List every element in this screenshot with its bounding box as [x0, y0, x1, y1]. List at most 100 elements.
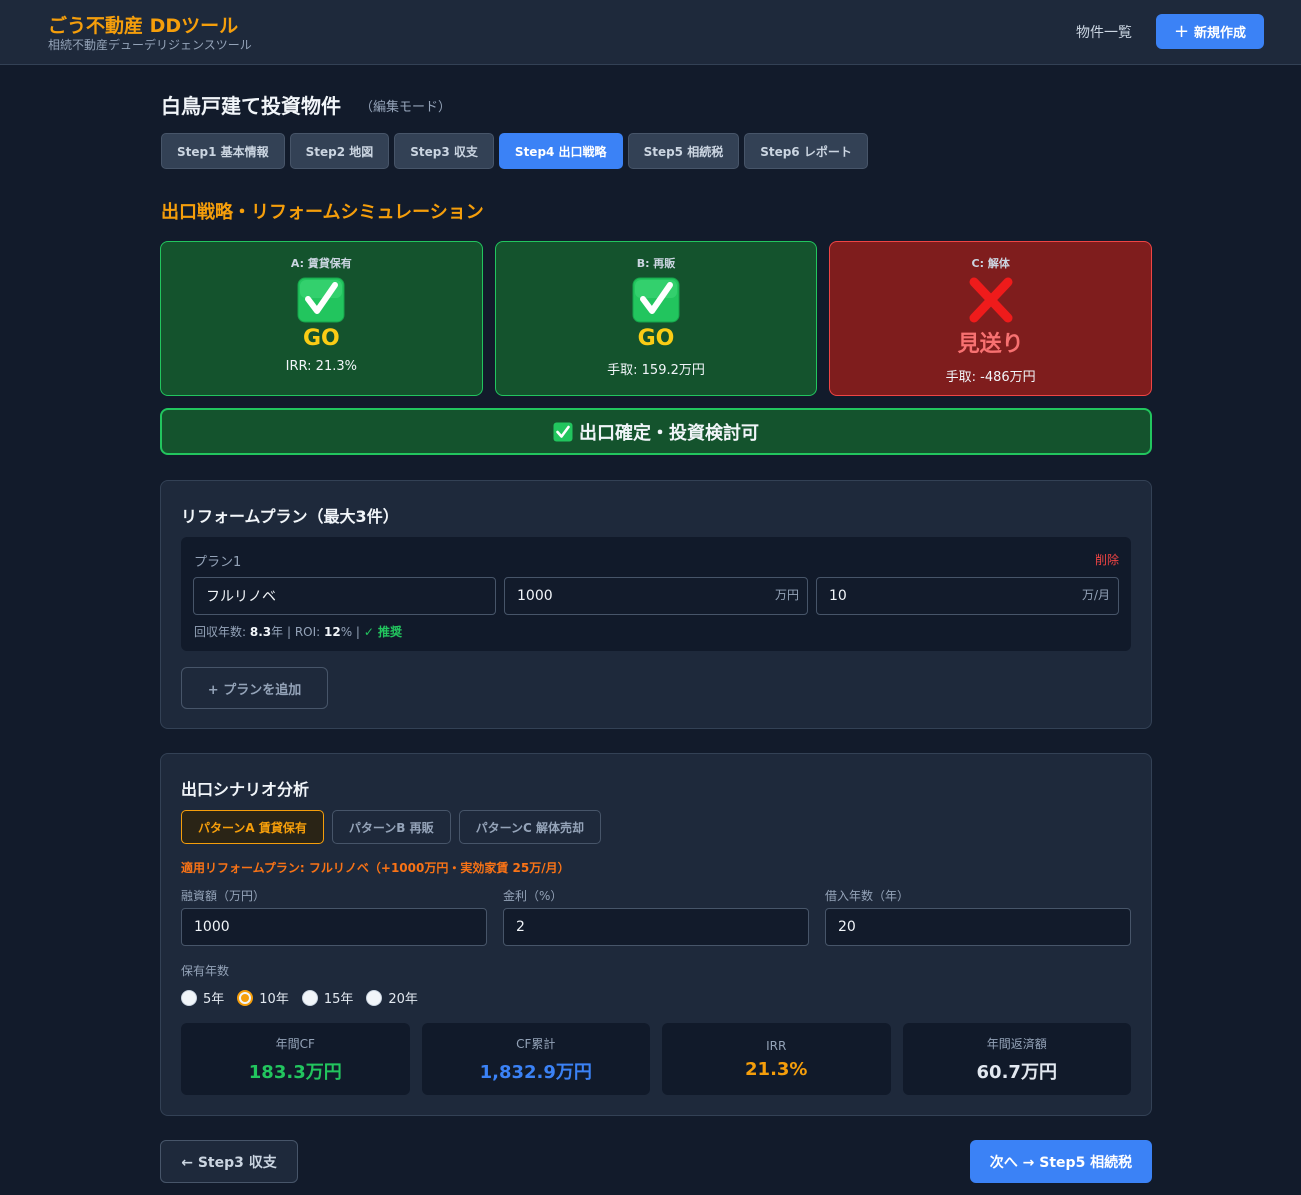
roi-unit: % | — [340, 625, 360, 639]
plus-icon: + — [1173, 20, 1190, 42]
check-mark-icon — [632, 277, 680, 323]
strategy-detail: 手取: 159.2万円 — [607, 363, 705, 378]
strategy-label: B: 再販 — [636, 257, 676, 270]
radio-label: 5年 — [203, 992, 225, 1007]
strategy-card-c: C: 解体 見送り 手取: -486万円 — [829, 241, 1153, 396]
metric-value: 1,832.9万円 — [479, 1061, 592, 1083]
radio-button[interactable] — [366, 989, 383, 1006]
nav-property-list[interactable]: 物件一覧 — [1076, 22, 1132, 42]
metric-value: 21.3% — [745, 1058, 808, 1080]
applied-reform-plan: 適用リフォームプラン: フルリノベ（+1000万円・実効家賃 25万/月） — [181, 861, 570, 875]
radio-hold-20[interactable]: 20年 — [366, 988, 418, 1007]
strategy-detail: 手取: -486万円 — [945, 370, 1036, 385]
radio-hold-10[interactable]: 10年 — [237, 988, 289, 1007]
step-tabs: Step1 基本情報 Step2 地図 Step3 収支 Step4 出口戦略 … — [161, 133, 868, 169]
delete-plan-button[interactable]: 削除 — [1095, 551, 1119, 568]
radio-button[interactable] — [237, 989, 254, 1006]
plan-name-label: プラン1 — [194, 555, 242, 570]
holding-years-radio-group: 5年 10年 15年 20年 — [181, 988, 418, 1007]
app-subtitle: 相続不動産デューデリジェンスツール — [48, 38, 252, 52]
metrics-row: 年間CF 183.3万円 CF累計 1,832.9万円 IRR 21.3% 年間… — [181, 1023, 1131, 1095]
recommend-badge: ✓ 推奨 — [363, 625, 403, 639]
decision-banner-text: 出口確定・投資検討可 — [579, 422, 759, 444]
metric-annual-repayment: 年間返済額 60.7万円 — [902, 1023, 1131, 1095]
reform-plan-panel: リフォームプラン（最大3件） プラン1 削除 フルリノベ 1000 万円 10 … — [160, 480, 1152, 729]
metric-value: 183.3万円 — [248, 1061, 342, 1083]
tab-step3[interactable]: Step3 収支 — [394, 133, 494, 169]
interest-rate-input[interactable]: 2 — [503, 908, 809, 946]
tab-step5[interactable]: Step5 相続税 — [627, 133, 740, 169]
exit-scenario-panel: 出口シナリオ分析 パターンA 賃貸保有 パターンB 再販 パターンC 解体売却 … — [160, 753, 1152, 1116]
tab-pattern-c[interactable]: パターンC 解体売却 — [458, 810, 601, 844]
strategy-detail: IRR: 21.3% — [285, 359, 357, 374]
section-title: 出口戦略・リフォームシミュレーション — [161, 202, 484, 223]
back-step3-button[interactable]: ← Step3 収支 — [160, 1140, 298, 1183]
tab-pattern-b[interactable]: パターンB 再販 — [331, 810, 451, 844]
next-step5-button[interactable]: 次へ → Step5 相続税 — [970, 1140, 1152, 1183]
strategy-cards: A: 賃貸保有 GO IRR: 21.3% B: 再販 GO 手取: 159.2… — [160, 241, 1153, 396]
tab-step1[interactable]: Step1 基本情報 — [161, 133, 285, 169]
tab-step2[interactable]: Step2 地図 — [289, 133, 390, 169]
metric-annual-cf: 年間CF 183.3万円 — [181, 1023, 410, 1095]
add-plan-button[interactable]: + プランを追加 — [181, 667, 328, 709]
plan-name-input[interactable]: フルリノベ — [193, 577, 496, 615]
loan-amount-label: 融資額（万円） — [181, 889, 266, 903]
pattern-tabs: パターンA 賃貸保有 パターンB 再販 パターンC 解体売却 — [181, 810, 601, 844]
radio-hold-5[interactable]: 5年 — [181, 988, 224, 1007]
metric-label: IRR — [766, 1038, 787, 1053]
strategy-card-a: A: 賃貸保有 GO IRR: 21.3% — [160, 241, 483, 396]
app-header: ごう不動産 DDツール 相続不動産デューデリジェンスツール 物件一覧 + 新規作… — [0, 0, 1301, 65]
new-create-label: 新規作成 — [1194, 26, 1247, 41]
loan-years-value: 20 — [838, 919, 856, 935]
app-title[interactable]: ごう不動産 DDツール — [48, 11, 238, 38]
radio-button[interactable] — [181, 989, 197, 1006]
strategy-label: A: 賃貸保有 — [290, 257, 352, 270]
check-mark-icon — [553, 422, 573, 441]
tab-step6[interactable]: Step6 レポート — [744, 133, 868, 169]
metric-label: 年間返済額 — [986, 1036, 1047, 1051]
tab-pattern-a[interactable]: パターンA 賃貸保有 — [181, 810, 324, 844]
plan-cost-unit: 万円 — [774, 588, 799, 602]
payback-label: 回収年数: — [194, 625, 247, 639]
strategy-card-b: B: 再販 GO 手取: 159.2万円 — [494, 241, 818, 396]
radio-hold-15[interactable]: 15年 — [301, 988, 354, 1007]
new-create-button[interactable]: + 新規作成 — [1156, 14, 1264, 49]
strategy-label: C: 解体 — [971, 257, 1010, 270]
interest-rate-label: 金利（%） — [503, 889, 563, 903]
plan-name-value: フルリノベ — [206, 589, 276, 605]
radio-button[interactable] — [301, 989, 318, 1006]
plan-rent-value: 10 — [829, 588, 847, 604]
loan-years-label: 借入年数（年） — [825, 889, 910, 903]
exit-scenario-title: 出口シナリオ分析 — [181, 780, 310, 799]
plan-cost-value: 1000 — [517, 588, 553, 604]
metric-label: CF累計 — [516, 1036, 556, 1051]
page-title: 白鳥戸建て投資物件 — [161, 94, 341, 118]
radio-label: 10年 — [259, 992, 289, 1007]
page-mode: （編集モード） — [360, 100, 452, 115]
metric-cumulative-cf: CF累計 1,832.9万円 — [421, 1023, 650, 1095]
payback-unit: 年 | ROI: — [271, 625, 321, 639]
cross-mark-icon — [969, 277, 1013, 323]
plan-cost-input[interactable]: 1000 万円 — [504, 577, 808, 615]
plan-rent-unit: 万/月 — [1081, 588, 1110, 602]
metric-label: 年間CF — [275, 1036, 315, 1051]
check-mark-icon — [297, 277, 345, 323]
plan-rent-input[interactable]: 10 万/月 — [816, 577, 1119, 615]
loan-amount-input[interactable]: 1000 — [181, 908, 487, 946]
roi-value: 12 — [324, 625, 341, 639]
reform-plan-title: リフォームプラン（最大3件） — [181, 507, 399, 526]
payback-value: 8.3 — [249, 625, 272, 639]
tab-step4[interactable]: Step4 出口戦略 — [498, 133, 623, 169]
radio-label: 15年 — [323, 992, 354, 1007]
loan-years-input[interactable]: 20 — [825, 908, 1131, 946]
decision-banner: 出口確定・投資検討可 — [160, 408, 1152, 455]
loan-amount-value: 1000 — [194, 919, 230, 935]
metric-value: 60.7万円 — [976, 1061, 1057, 1083]
strategy-verdict: GO — [302, 326, 340, 351]
strategy-verdict: 見送り — [957, 332, 1024, 357]
reform-plan-card: プラン1 削除 フルリノベ 1000 万円 10 万/月 回収年数: 8.3年 … — [181, 537, 1131, 651]
radio-label: 20年 — [388, 992, 418, 1007]
holding-years-label: 保有年数 — [181, 964, 230, 978]
plan-summary: 回収年数: 8.3年 | ROI: 12% | ✓ 推奨 — [194, 623, 402, 640]
interest-rate-value: 2 — [516, 919, 525, 935]
